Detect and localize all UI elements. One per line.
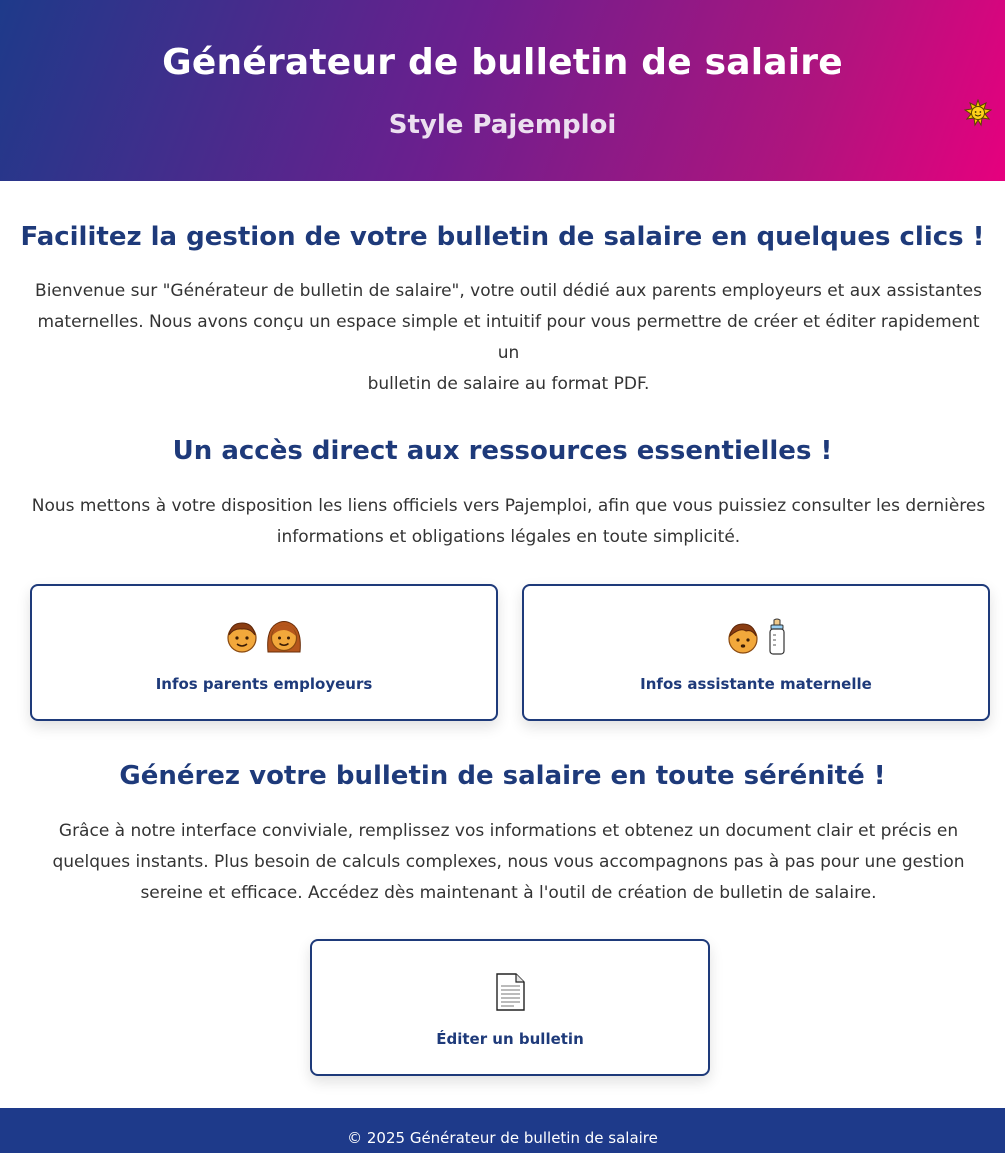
baby-icon bbox=[728, 623, 758, 654]
intro-text-line: Bienvenue sur "Générateur de bulletin de… bbox=[35, 281, 982, 301]
page-footer: © 2025 Générateur de bulletin de salaire bbox=[0, 1108, 1005, 1153]
card-icons bbox=[524, 618, 988, 656]
sun-icon bbox=[964, 99, 992, 127]
generate-text-line: quelques instants. Plus besoin de calcul… bbox=[52, 852, 965, 872]
site-title: Générateur de bulletin de salaire bbox=[162, 42, 843, 83]
parents-employeurs-card[interactable]: Infos parents employeurs bbox=[30, 584, 498, 721]
intro-text-line: maternelles. Nous avons conçu un espace … bbox=[37, 312, 980, 363]
resources-text-line: Nous mettons à votre disposition les lie… bbox=[31, 496, 986, 516]
intro-text-line: bulletin de salaire au format PDF. bbox=[367, 374, 650, 394]
page: Générateur de bulletin de salaire Style … bbox=[0, 0, 1005, 1153]
footer-copyright: © 2025 Générateur de bulletin de salaire bbox=[347, 1129, 658, 1147]
woman-icon bbox=[267, 621, 301, 653]
document-icon bbox=[496, 973, 525, 1011]
generate-text-line: Grâce à notre interface conviviale, remp… bbox=[58, 821, 959, 841]
theme-toggle-button[interactable] bbox=[963, 98, 993, 128]
generate-title: Générez votre bulletin de salaire en tou… bbox=[119, 761, 886, 791]
site-subtitle: Style Pajemploi bbox=[388, 110, 617, 140]
resources-title: Un accès direct aux ressources essentiel… bbox=[172, 436, 833, 466]
man-icon bbox=[227, 622, 257, 653]
page-header: Générateur de bulletin de salaire Style … bbox=[0, 0, 1005, 181]
card-label: Infos parents employeurs bbox=[155, 675, 373, 693]
generate-text: Grâce à notre interface conviviale, remp… bbox=[30, 816, 987, 909]
baby-bottle-icon bbox=[769, 618, 785, 655]
card-label: Infos assistante maternelle bbox=[640, 675, 872, 693]
intro-text: Bienvenue sur "Générateur de bulletin de… bbox=[30, 276, 987, 400]
assistante-maternelle-card[interactable]: Infos assistante maternelle bbox=[522, 584, 990, 721]
edit-bulletin-button[interactable]: Éditer un bulletin bbox=[310, 939, 710, 1076]
resources-text: Nous mettons à votre disposition les lie… bbox=[30, 491, 987, 553]
resources-text-line: informations et obligations légales en t… bbox=[276, 527, 741, 547]
card-icons bbox=[32, 618, 496, 656]
card-label: Éditer un bulletin bbox=[436, 1030, 584, 1048]
card-icons bbox=[312, 973, 708, 1011]
intro-title: Facilitez la gestion de votre bulletin d… bbox=[20, 222, 985, 252]
generate-text-line: sereine et efficace. Accédez dès mainten… bbox=[140, 883, 877, 903]
